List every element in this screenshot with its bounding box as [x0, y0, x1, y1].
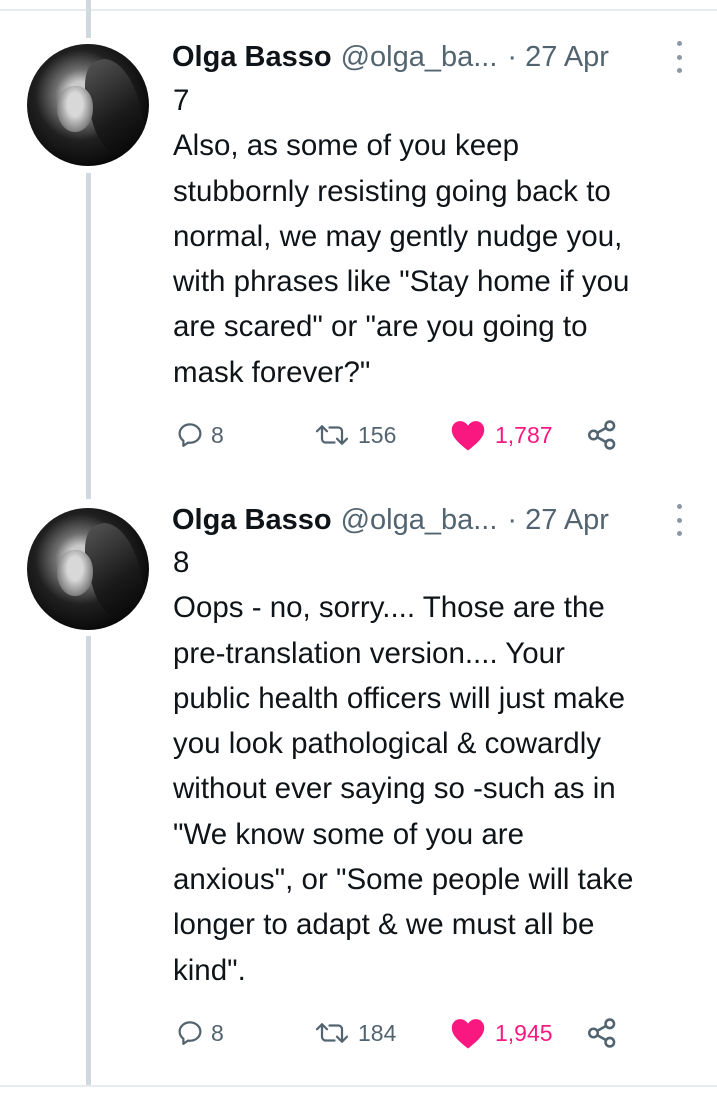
- reply-button[interactable]: 8: [175, 1013, 224, 1053]
- retweet-button[interactable]: 156: [312, 415, 396, 455]
- like-button[interactable]: 1,945: [449, 1013, 553, 1053]
- retweet-button[interactable]: 184: [312, 1013, 396, 1053]
- tweet-header: Olga Basso @olga_ba... · 27 Apr: [172, 500, 687, 540]
- tweet-thread: Olga Basso @olga_ba... · 27 Apr 7 Also, …: [0, 0, 717, 1098]
- tweet-text-line: "We know some of you are: [173, 817, 524, 851]
- like-count: 1,945: [495, 1019, 553, 1046]
- tweet[interactable]: Olga Basso @olga_ba... · 27 Apr 7 Also, …: [0, 0, 717, 498]
- reply-button[interactable]: 8: [175, 415, 224, 455]
- author-name[interactable]: Olga Basso: [172, 504, 332, 537]
- thread-number: 7: [173, 84, 190, 117]
- tweet-actions: 8 156 1,787: [175, 415, 655, 455]
- tweet-text-line: anxious", or "Some people will take: [173, 863, 634, 897]
- author-handle[interactable]: @olga_ba...: [341, 504, 498, 537]
- tweet-actions: 8 184 1,945: [175, 1013, 655, 1053]
- share-button[interactable]: [585, 415, 619, 455]
- reply-count: 8: [211, 421, 224, 448]
- reply-icon: [178, 1021, 202, 1045]
- tweet-text-line: without ever saying so -such as in: [173, 772, 616, 806]
- tweet-text-line: longer to adapt & we must all be: [173, 908, 595, 942]
- tweet-text-line: mask forever?": [173, 355, 371, 389]
- tweet[interactable]: Olga Basso @olga_ba... · 27 Apr 8 Oops -…: [0, 498, 717, 1088]
- author-handle[interactable]: @olga_ba...: [341, 41, 498, 74]
- like-button[interactable]: 1,787: [449, 415, 553, 455]
- retweet-count: 184: [358, 1019, 397, 1046]
- tweet-text-line: pre-translation version.... Your: [173, 636, 565, 670]
- author-name[interactable]: Olga Basso: [172, 41, 332, 74]
- thread-number: 8: [173, 546, 190, 579]
- tweet-text-line: are scared" or "are you going to: [173, 310, 588, 344]
- avatar[interactable]: [27, 508, 149, 630]
- more-options-icon[interactable]: [671, 41, 687, 73]
- timestamp[interactable]: · 27 Apr: [507, 504, 609, 537]
- more-options-icon[interactable]: [671, 504, 687, 536]
- tweet-text-line: normal, we may gently nudge you,: [173, 219, 623, 253]
- heart-icon: [451, 1019, 485, 1049]
- timestamp[interactable]: · 27 Apr: [507, 41, 609, 74]
- tweet-header: Olga Basso @olga_ba... · 27 Apr: [172, 37, 687, 77]
- like-count: 1,787: [495, 421, 553, 448]
- reply-count: 8: [211, 1019, 224, 1046]
- share-icon: [587, 1018, 616, 1048]
- retweet-icon: [315, 1023, 349, 1043]
- tweet-text-line: kind".: [173, 953, 246, 987]
- tweet-text-line: stubbornly resisting going back to: [173, 174, 611, 208]
- tweet-text-line: Also, as some of you keep: [173, 129, 519, 163]
- retweet-icon: [315, 425, 349, 445]
- tweet-text-line: you look pathological & cowardly: [173, 727, 601, 761]
- heart-icon: [451, 421, 485, 451]
- divider-bottom: [0, 1085, 717, 1087]
- tweet-text-line: public health officers will just make: [173, 681, 625, 715]
- tweet-text-line: Oops - no, sorry.... Those are the: [173, 591, 605, 625]
- tweet-text-line: with phrases like "Stay home if you: [173, 265, 630, 299]
- retweet-count: 156: [358, 421, 397, 448]
- share-button[interactable]: [585, 1013, 619, 1053]
- reply-icon: [178, 423, 202, 447]
- tweet-text: 8 Oops - no, sorry.... Those are the pre…: [173, 540, 703, 993]
- share-icon: [587, 420, 616, 450]
- tweet-text: 7 Also, as some of you keep stubbornly r…: [173, 78, 703, 395]
- avatar[interactable]: [27, 44, 149, 166]
